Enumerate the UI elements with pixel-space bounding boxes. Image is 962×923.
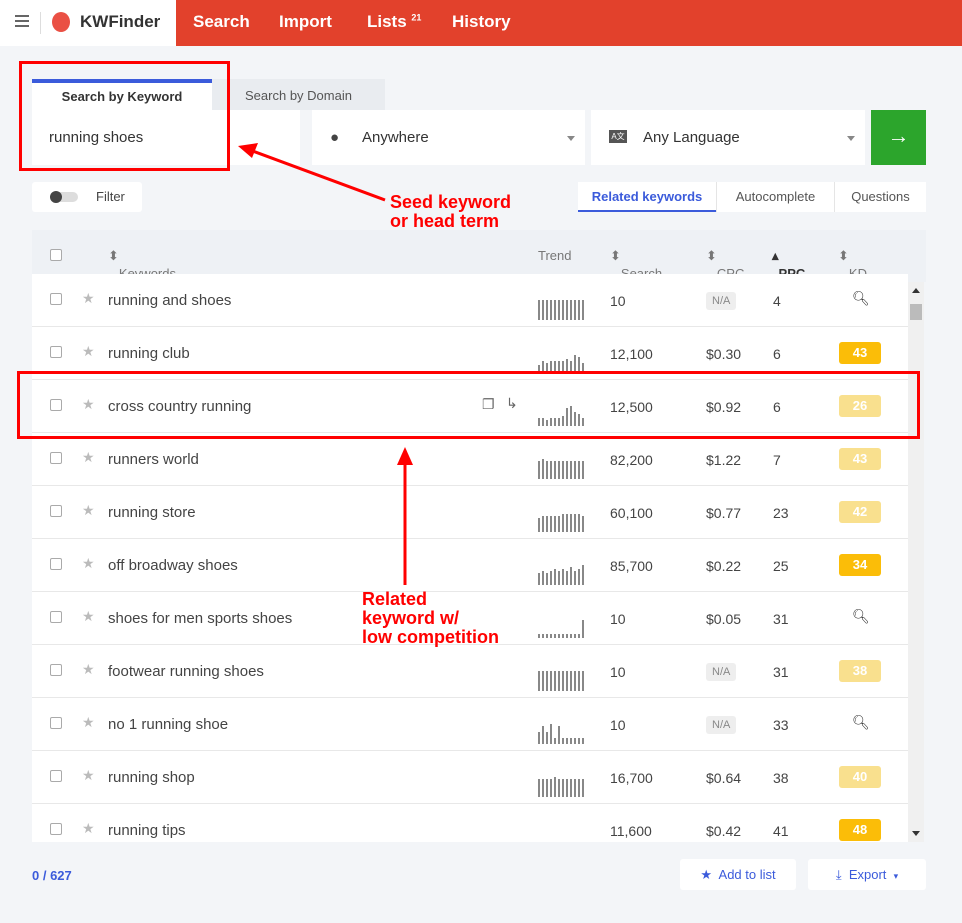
arrowhead-seed (238, 143, 258, 158)
annotation-arrows (238, 143, 413, 585)
arrowhead-related (397, 447, 413, 465)
annotation-related: Related keyword w/ low competition (362, 589, 499, 647)
arrow-seed (249, 148, 386, 202)
annotation-seed: Seed keyword or head term (390, 192, 512, 231)
